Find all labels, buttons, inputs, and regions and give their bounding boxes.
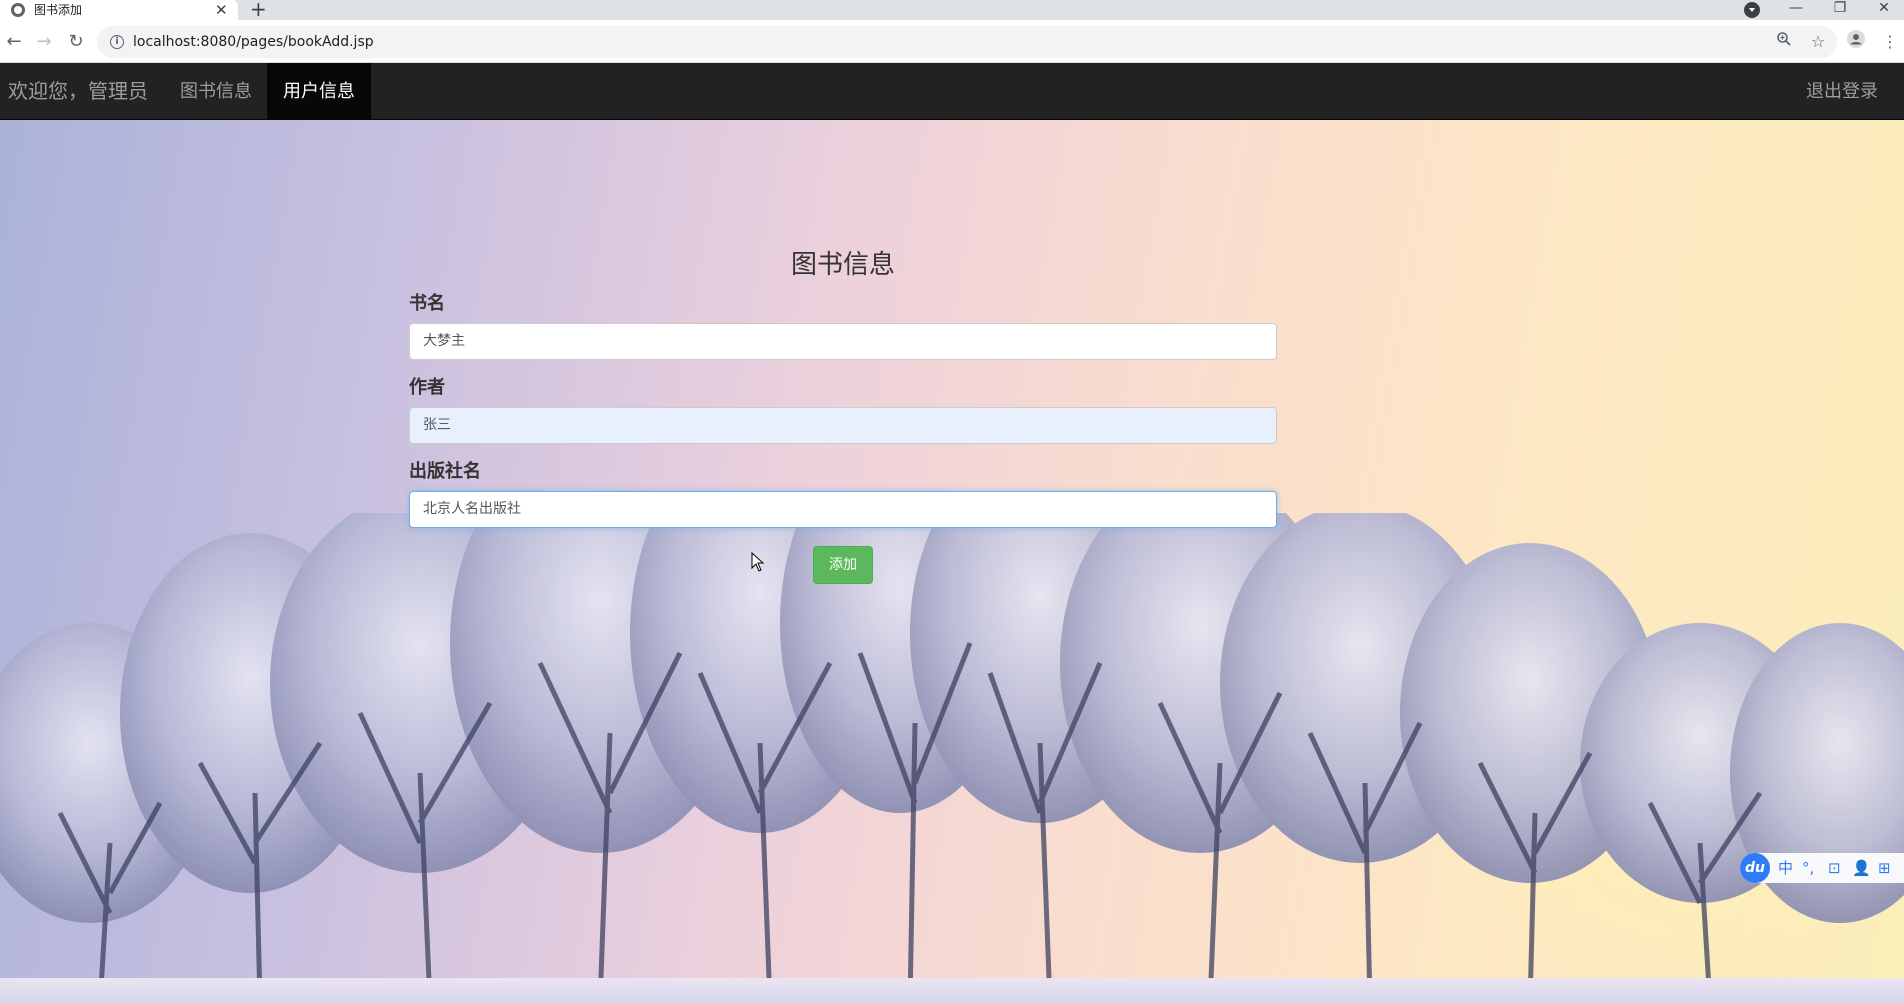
publisher-input[interactable]: 北京人名出版社: [409, 491, 1277, 528]
ime-chinese-mode[interactable]: 中: [1778, 858, 1793, 878]
browser-toolbar: ← → ↻ i localhost:8080/pages/bookAdd.jsp…: [0, 20, 1904, 63]
restore-button[interactable]: ❐: [1820, 0, 1860, 20]
minimize-button[interactable]: —: [1776, 0, 1816, 20]
ime-punctuation-icon[interactable]: °,: [1802, 858, 1814, 878]
menu-kebab-icon[interactable]: ⋮: [1878, 30, 1902, 54]
page-background: 欢迎您，管理员 图书信息 用户信息 退出登录 图书信息 书名 大梦主 作者 张三…: [0, 63, 1904, 1004]
publisher-label: 出版社名: [409, 461, 481, 482]
form-title: 图书信息: [790, 250, 895, 280]
url-text[interactable]: localhost:8080/pages/bookAdd.jsp: [133, 33, 374, 51]
tab-search-icon[interactable]: [1744, 2, 1760, 18]
nav-link-book-info[interactable]: 图书信息: [164, 63, 268, 120]
nav-link-user-info[interactable]: 用户信息: [267, 63, 371, 120]
browser-tab-strip: 图书添加 ✕ + — ❐ ✕: [0, 0, 1904, 20]
mouse-cursor-icon: [751, 552, 765, 572]
logout-link[interactable]: 退出登录: [1806, 63, 1878, 120]
book-name-label: 书名: [409, 293, 445, 314]
ime-logo-icon[interactable]: du: [1740, 853, 1770, 883]
frosted-trees-image: [0, 513, 1904, 1004]
site-info-icon[interactable]: i: [110, 35, 124, 49]
author-input[interactable]: 张三: [409, 407, 1277, 444]
ime-toolbar: du 中 °, ⊡ 👤 ⊞: [1740, 853, 1904, 883]
author-label: 作者: [409, 377, 445, 398]
bookmark-star-icon[interactable]: ☆: [1806, 30, 1830, 54]
welcome-brand: 欢迎您，管理员: [8, 79, 148, 103]
zoom-icon[interactable]: [1772, 30, 1796, 54]
ime-user-icon[interactable]: 👤: [1852, 858, 1871, 878]
ime-keyboard-icon[interactable]: ⊡: [1828, 858, 1841, 878]
browser-tab[interactable]: 图书添加 ✕: [0, 0, 238, 20]
reload-icon[interactable]: ↻: [64, 30, 88, 54]
profile-icon[interactable]: [1844, 30, 1868, 54]
add-button[interactable]: 添加: [813, 546, 873, 584]
globe-icon: [11, 3, 25, 17]
back-icon[interactable]: ←: [2, 30, 26, 54]
forward-icon[interactable]: →: [32, 30, 56, 54]
new-tab-button[interactable]: +: [250, 0, 267, 19]
tab-close-icon[interactable]: ✕: [215, 1, 228, 19]
ime-menu-icon[interactable]: ⊞: [1878, 858, 1891, 878]
address-bar[interactable]: i localhost:8080/pages/bookAdd.jsp: [97, 26, 1837, 58]
book-name-input[interactable]: 大梦主: [409, 323, 1277, 360]
window-close-button[interactable]: ✕: [1864, 0, 1904, 20]
top-navbar: 欢迎您，管理员 图书信息 用户信息 退出登录: [0, 63, 1904, 120]
tab-title: 图书添加: [34, 3, 83, 17]
